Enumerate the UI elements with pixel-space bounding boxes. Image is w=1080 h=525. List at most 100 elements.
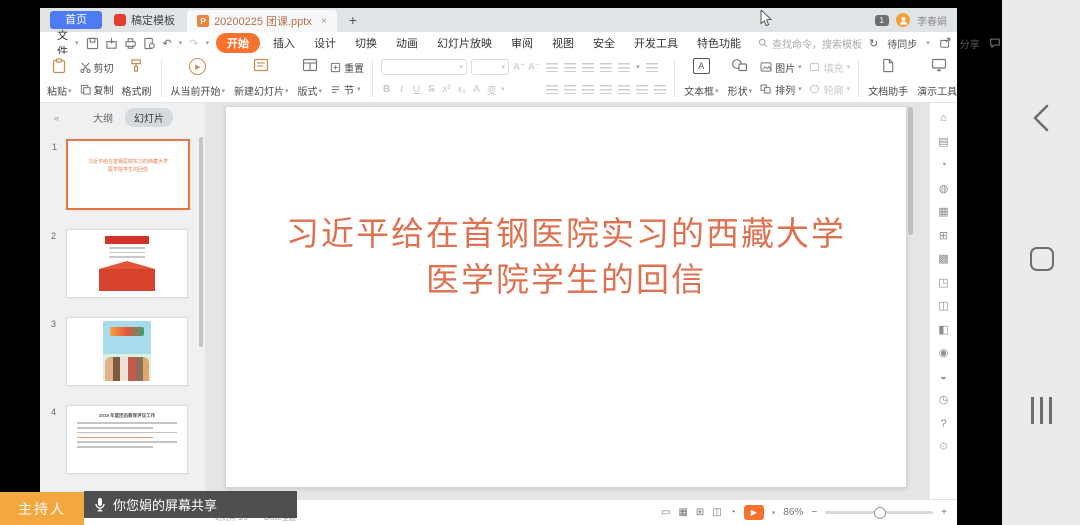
- right-toolbar-icon[interactable]: ▦: [938, 207, 948, 218]
- right-toolbar-icon[interactable]: ◫: [938, 301, 948, 312]
- right-toolbar-icon[interactable]: ◔: [940, 160, 947, 171]
- right-toolbar-icon[interactable]: ▤: [938, 137, 948, 148]
- right-toolbar-icon[interactable]: ▩: [938, 254, 948, 265]
- quickbar-customize-icon[interactable]: ▾: [205, 39, 209, 47]
- menu-tab-view[interactable]: 视图: [546, 34, 580, 52]
- paragraph-settings-icon[interactable]: [654, 85, 666, 94]
- redo-button[interactable]: ↷: [189, 37, 198, 50]
- zoom-slider-knob[interactable]: [874, 507, 886, 519]
- font-size-select[interactable]: ▾: [471, 59, 509, 75]
- nav-home-icon[interactable]: [1030, 247, 1054, 271]
- increase-indent-icon[interactable]: [600, 63, 612, 72]
- save-icon[interactable]: [86, 37, 99, 50]
- section-button[interactable]: 节 ▾: [330, 82, 364, 97]
- print-icon[interactable]: [124, 37, 137, 50]
- doc-assistant-button[interactable]: 文档助手: [867, 56, 909, 100]
- account-avatar[interactable]: [896, 13, 910, 27]
- undo-caret-icon[interactable]: ▾: [179, 39, 183, 47]
- play-from-current-button[interactable]: ▶ 从当前开始▾: [170, 56, 227, 100]
- right-toolbar-icon[interactable]: ◍: [939, 184, 949, 195]
- slide-thumbnail-2[interactable]: 2: [66, 229, 188, 298]
- copy-button[interactable]: 复制: [80, 82, 114, 97]
- account-name[interactable]: 李春娟: [917, 13, 947, 28]
- undo-button[interactable]: ↶: [163, 37, 172, 50]
- zoom-out-button[interactable]: −: [811, 507, 817, 518]
- decrease-font-button[interactable]: A⁻: [528, 62, 539, 73]
- notification-badge[interactable]: 1: [875, 15, 889, 26]
- settings-gear-icon[interactable]: ⚙: [939, 442, 949, 453]
- columns-icon[interactable]: [636, 85, 648, 94]
- shape-fill-button[interactable]: 填充 ▾: [809, 60, 851, 75]
- nav-back-icon[interactable]: [1030, 103, 1052, 133]
- right-toolbar-icon[interactable]: ◳: [938, 278, 948, 289]
- right-toolbar-icon[interactable]: ◷: [939, 395, 949, 406]
- menu-tab-security[interactable]: 安全: [587, 34, 621, 52]
- font-name-select[interactable]: ▾: [381, 59, 467, 75]
- share-button[interactable]: 分享: [960, 36, 980, 51]
- canvas-scrollbar[interactable]: [908, 107, 913, 235]
- bullet-list-icon[interactable]: [546, 63, 558, 72]
- increase-font-button[interactable]: A⁺: [513, 62, 524, 73]
- menu-tab-home[interactable]: 开始: [216, 33, 260, 53]
- screen-share-banner[interactable]: 你您娟的屏幕共享: [84, 491, 297, 518]
- zoom-slider[interactable]: [825, 511, 933, 514]
- cut-button[interactable]: 剪切: [80, 60, 114, 75]
- align-left-icon[interactable]: [546, 85, 558, 94]
- outline-tab[interactable]: 大纲: [93, 110, 113, 125]
- numbered-list-icon[interactable]: [564, 63, 576, 72]
- panel-scrollbar[interactable]: [199, 137, 203, 347]
- right-toolbar-icon[interactable]: ⌂: [940, 113, 947, 124]
- menu-tab-transition[interactable]: 切换: [349, 34, 383, 52]
- underline-button[interactable]: U: [411, 84, 422, 95]
- tab-template[interactable]: 稿定模板: [114, 12, 175, 28]
- strikethrough-button[interactable]: S: [426, 84, 437, 95]
- notes-view-icon[interactable]: ▭: [661, 507, 670, 518]
- new-tab-button[interactable]: +: [349, 12, 357, 28]
- slide-thumbnail-3[interactable]: 3: [66, 317, 188, 386]
- nav-recents-icon[interactable]: [1031, 397, 1052, 424]
- text-effect-button[interactable]: 变: [486, 82, 497, 97]
- menu-tab-features[interactable]: 特色功能: [691, 34, 747, 52]
- text-effect-caret-icon[interactable]: ▾: [501, 85, 505, 93]
- paste-button[interactable]: 粘贴▾: [46, 56, 73, 100]
- menu-tab-animation[interactable]: 动画: [390, 34, 424, 52]
- print-preview-icon[interactable]: [143, 37, 156, 50]
- menu-tab-insert[interactable]: 插入: [267, 34, 301, 52]
- sync-status[interactable]: 待同步: [887, 36, 917, 51]
- slide-thumbnail-4[interactable]: 4 2019 年度团员教育评议工作: [66, 405, 188, 474]
- right-toolbar-icon[interactable]: ⊞: [939, 231, 948, 242]
- shape-outline-button[interactable]: 轮廓 ▾: [809, 82, 851, 97]
- picture-button[interactable]: 图片 ▾: [760, 60, 802, 75]
- align-right-icon[interactable]: [582, 85, 594, 94]
- shapes-button[interactable]: 形状▾: [727, 56, 754, 100]
- line-spacing-caret-icon[interactable]: ▾: [636, 63, 640, 71]
- subscript-button[interactable]: x₂: [456, 84, 467, 95]
- line-spacing-icon[interactable]: [618, 63, 630, 72]
- superscript-button[interactable]: x²: [441, 84, 452, 95]
- command-search-box[interactable]: 查找命令，搜索模板: [758, 36, 862, 51]
- reading-view-icon[interactable]: ◫: [712, 507, 721, 518]
- decrease-indent-icon[interactable]: [582, 63, 594, 72]
- bold-button[interactable]: B: [381, 84, 392, 95]
- textbox-button[interactable]: A 文本框▾: [683, 56, 720, 100]
- normal-view-icon[interactable]: ▦: [678, 507, 687, 518]
- text-direction-icon[interactable]: [646, 63, 658, 72]
- collapse-panel-icon[interactable]: «: [54, 113, 59, 123]
- format-painter-button[interactable]: 格式刷: [121, 56, 153, 100]
- tab-active-document[interactable]: P 20200225 团课.pptx ×: [187, 10, 337, 32]
- align-center-icon[interactable]: [564, 85, 576, 94]
- right-toolbar-icon[interactable]: ◧: [938, 325, 948, 336]
- font-color-button[interactable]: A: [471, 84, 482, 95]
- right-toolbar-icon[interactable]: ◒: [940, 372, 947, 383]
- menu-tab-slideshow[interactable]: 幻灯片放映: [431, 34, 498, 52]
- slide-title[interactable]: 习近平给在首钢医院实习的西藏大学 医学院学生的回信: [226, 211, 906, 303]
- distribute-icon[interactable]: [618, 85, 630, 94]
- new-slide-button[interactable]: 新建幻灯片▾: [233, 56, 290, 100]
- help-circle-icon[interactable]: ?: [940, 419, 946, 430]
- sync-caret-icon[interactable]: ▾: [926, 39, 930, 47]
- zoom-in-button[interactable]: +: [941, 507, 947, 518]
- arrange-button[interactable]: 排列 ▾: [760, 82, 802, 97]
- current-slide[interactable]: 习近平给在首钢医院实习的西藏大学 医学院学生的回信: [225, 106, 907, 488]
- close-tab-icon[interactable]: ×: [321, 16, 327, 27]
- menu-tab-devtools[interactable]: 开发工具: [628, 34, 684, 52]
